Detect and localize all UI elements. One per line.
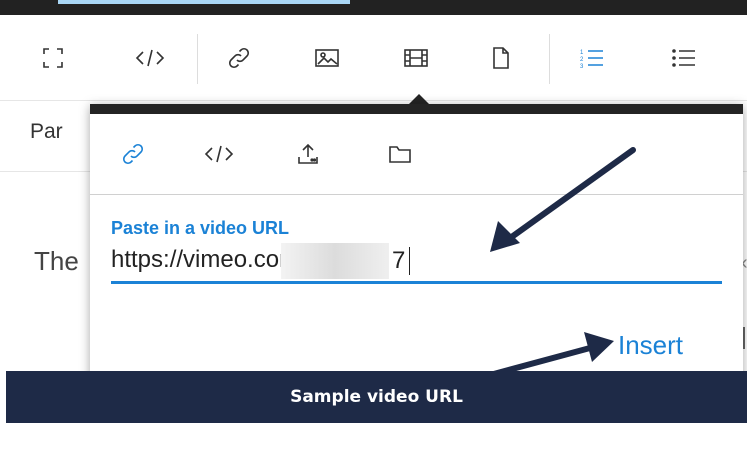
- link-icon[interactable]: [217, 24, 261, 92]
- popover-tabs: [90, 114, 743, 195]
- ordered-list-icon[interactable]: 1 2 3: [570, 24, 614, 92]
- editor-body-text: The: [34, 246, 79, 276]
- fullscreen-icon[interactable]: [31, 24, 75, 92]
- code-icon[interactable]: [128, 24, 172, 92]
- link-icon[interactable]: [111, 132, 155, 176]
- video-url-field[interactable]: 7: [111, 241, 722, 284]
- upload-icon[interactable]: [286, 132, 330, 176]
- top-highlight-strip: [58, 0, 350, 4]
- caption-text: Sample video URL: [290, 387, 463, 407]
- video-url-popover: Paste in a video URL 7 Insert: [90, 104, 743, 404]
- file-icon[interactable]: [479, 24, 523, 92]
- svg-text:1: 1: [580, 50, 584, 56]
- unordered-list-icon[interactable]: [662, 24, 706, 92]
- svg-text:2: 2: [580, 57, 584, 63]
- video-url-label: Paste in a video URL: [111, 218, 290, 238]
- video-icon[interactable]: [394, 24, 438, 92]
- embed-code-icon[interactable]: [197, 132, 241, 176]
- image-icon[interactable]: [305, 24, 349, 92]
- video-url-tail: 7: [392, 247, 406, 274]
- video-url-input[interactable]: [111, 241, 722, 279]
- toolbar-separator: [197, 34, 198, 84]
- paragraph-style-dropdown[interactable]: Par: [30, 120, 63, 144]
- editor-toolbar: 1 2 3: [0, 24, 747, 92]
- insert-button[interactable]: Insert: [618, 330, 683, 361]
- text-caret: [409, 247, 410, 275]
- svg-text:3: 3: [580, 64, 584, 69]
- blurred-url-segment: [281, 243, 389, 279]
- toolbar-separator: [549, 34, 550, 84]
- caption-bar: Sample video URL: [6, 371, 747, 423]
- folder-icon[interactable]: [378, 132, 422, 176]
